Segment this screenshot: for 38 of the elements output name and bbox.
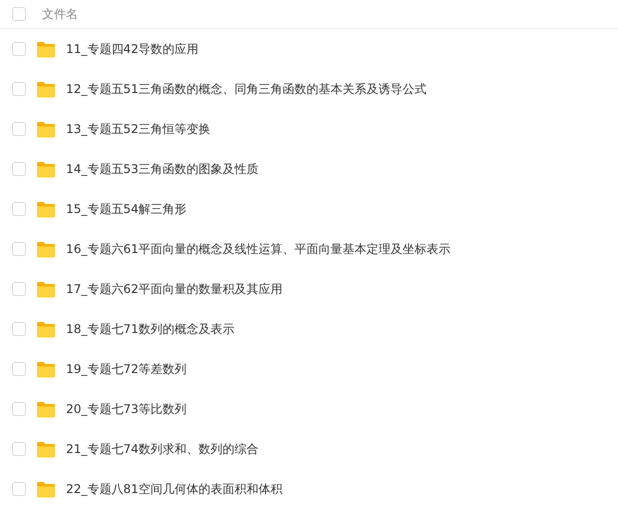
file-name[interactable]: 12_专题五51三角函数的概念、同角三角函数的基本关系及诱导公式 — [66, 80, 427, 98]
file-name[interactable]: 16_专题六61平面向量的概念及线性运算、平面向量基本定理及坐标表示 — [66, 240, 451, 258]
column-header[interactable]: 文件名 — [42, 5, 78, 23]
checkbox[interactable] — [12, 122, 26, 136]
checkbox[interactable] — [12, 42, 26, 56]
checkbox[interactable] — [12, 322, 26, 336]
folder-icon — [36, 80, 56, 98]
checkbox[interactable] — [12, 82, 26, 96]
folder-icon — [36, 40, 56, 58]
file-name[interactable]: 22_专题八81空间几何体的表面积和体积 — [66, 480, 283, 498]
folder-icon — [36, 400, 56, 418]
file-name[interactable]: 11_专题四42导数的应用 — [66, 40, 199, 58]
checkbox[interactable] — [12, 7, 26, 21]
folder-icon — [36, 160, 56, 178]
folder-icon — [36, 240, 56, 258]
folder-icon — [36, 280, 56, 298]
file-name[interactable]: 15_专题五54解三角形 — [66, 200, 187, 218]
checkbox[interactable] — [12, 362, 26, 376]
checkbox[interactable] — [12, 202, 26, 216]
folder-icon — [36, 360, 56, 378]
file-name[interactable]: 18_专题七71数列的概念及表示 — [66, 320, 235, 338]
folder-icon — [36, 440, 56, 458]
checkbox[interactable] — [12, 242, 26, 256]
folder-icon — [36, 200, 56, 218]
checkbox[interactable] — [12, 402, 26, 416]
folder-icon — [36, 480, 56, 498]
checkbox[interactable] — [12, 162, 26, 176]
checkbox[interactable] — [12, 282, 26, 296]
file-name[interactable]: 21_专题七74数列求和、数列的综合 — [66, 440, 259, 458]
file-name[interactable]: 14_专题五53三角函数的图象及性质 — [66, 160, 259, 178]
checkbox[interactable] — [12, 482, 26, 496]
file-name[interactable]: 13_专题五52三角恒等变换 — [66, 120, 211, 138]
checkbox[interactable] — [12, 442, 26, 456]
folder-icon — [36, 320, 56, 338]
folder-icon — [36, 120, 56, 138]
file-name[interactable]: 17_专题六62平面向量的数量积及其应用 — [66, 280, 283, 298]
file-name[interactable]: 20_专题七73等比数列 — [66, 400, 187, 418]
file-name[interactable]: 19_专题七72等差数列 — [66, 360, 187, 378]
